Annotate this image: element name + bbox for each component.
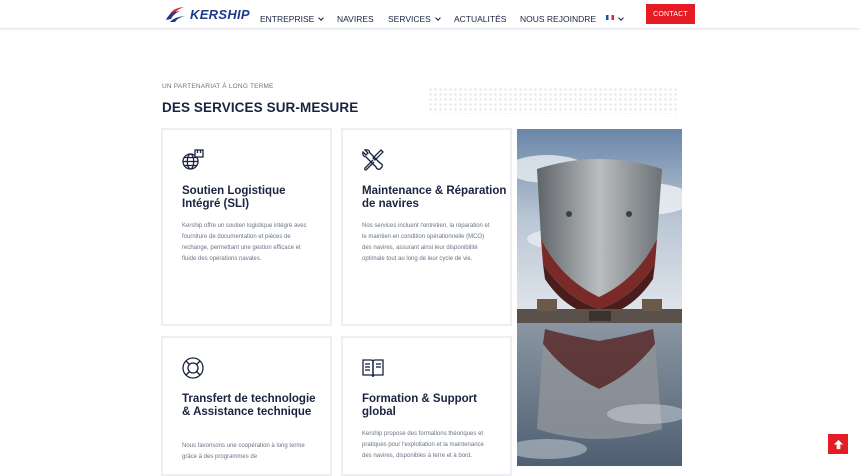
card-title: Soutien Logistique Intégré (SLI) bbox=[182, 185, 286, 210]
nav-nous-rejoindre-label: NOUS REJOINDRE bbox=[520, 14, 597, 24]
french-flag-icon bbox=[606, 15, 614, 21]
brand-name: KERSHIP bbox=[190, 6, 250, 22]
lifebuoy-icon bbox=[182, 357, 204, 379]
arrow-up-icon bbox=[833, 439, 843, 449]
nav-entreprise[interactable]: ENTREPRISE bbox=[260, 9, 325, 27]
section-title: DES SERVICES SUR-MESURE bbox=[162, 100, 359, 115]
chevron-down-icon bbox=[318, 15, 325, 21]
section-eyebrow: UN PARTENARIAT À LONG TERME bbox=[162, 83, 274, 90]
nav-services[interactable]: SERVICES bbox=[388, 9, 441, 27]
card-text: Kership propose des formations théorique… bbox=[362, 431, 484, 459]
card-title: Formation & Support global bbox=[362, 393, 477, 418]
globe-box-icon bbox=[182, 149, 204, 170]
service-card-maintenance[interactable]: Maintenance & Réparation de navires Nos … bbox=[341, 128, 512, 326]
language-selector[interactable] bbox=[606, 9, 624, 27]
nav-services-label: SERVICES bbox=[388, 14, 431, 24]
card-text: Nous favorisons une coopération à long t… bbox=[182, 443, 305, 460]
card-title: Maintenance & Réparation de navires bbox=[362, 185, 507, 210]
scroll-to-top-button[interactable] bbox=[828, 434, 848, 454]
kership-logo-icon bbox=[166, 7, 185, 22]
service-card-sli[interactable]: Soutien Logistique Intégré (SLI) Kership… bbox=[161, 128, 332, 326]
nav-entreprise-label: ENTREPRISE bbox=[260, 14, 315, 24]
service-card-formation[interactable]: Formation & Support global Kership propo… bbox=[341, 336, 512, 476]
site-header: KERSHIP ENTREPRISE NAVIRES SERVICES ACTU… bbox=[0, 0, 860, 29]
nav-navires[interactable]: NAVIRES bbox=[337, 9, 374, 27]
wrench-screwdriver-icon bbox=[362, 149, 384, 171]
nav-actualites[interactable]: ACTUALITÉS bbox=[454, 9, 506, 27]
service-card-transfert[interactable]: Transfert de technologie & Assistance te… bbox=[161, 336, 332, 476]
nav-actualites-label: ACTUALITÉS bbox=[454, 14, 507, 24]
ship-drydock-image bbox=[517, 129, 682, 466]
card-text: Nos services incluent l'entretien, la ré… bbox=[362, 223, 490, 262]
kership-logo[interactable]: KERSHIP bbox=[165, 4, 250, 24]
nav-navires-label: NAVIRES bbox=[337, 14, 374, 24]
nav-nous-rejoindre[interactable]: NOUS REJOINDRE bbox=[520, 9, 596, 27]
card-text: Kership offre un soutien logistique inté… bbox=[182, 223, 307, 262]
contact-button[interactable]: CONTACT bbox=[646, 4, 695, 24]
book-icon bbox=[362, 359, 384, 378]
card-title: Transfert de technologie & Assistance te… bbox=[182, 393, 316, 418]
decorative-dot-pattern bbox=[428, 87, 678, 114]
chevron-down-icon bbox=[618, 15, 624, 21]
chevron-down-icon bbox=[435, 15, 441, 21]
